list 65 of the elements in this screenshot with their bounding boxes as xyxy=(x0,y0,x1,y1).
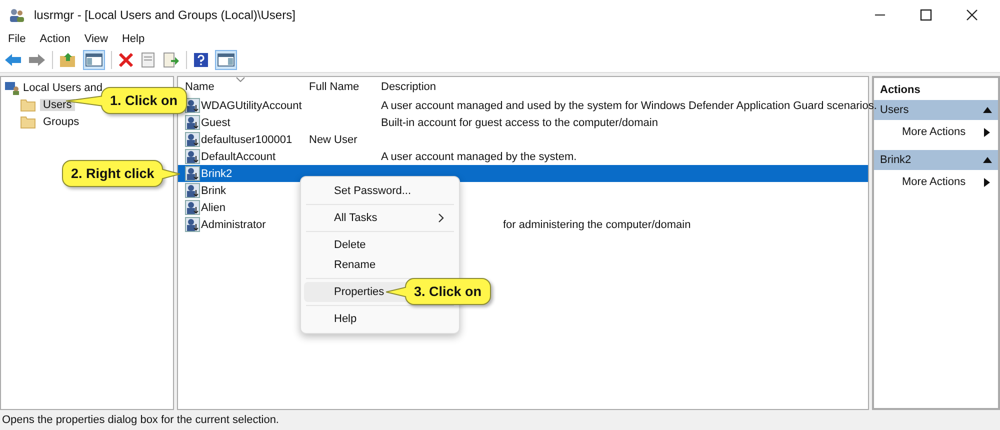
folder-icon xyxy=(20,114,36,128)
folder-up-icon[interactable] xyxy=(59,52,77,68)
menu-item[interactable]: All Tasks xyxy=(304,208,456,235)
column-header[interactable]: Description xyxy=(377,81,868,93)
table-cell[interactable]: DefaultAccount xyxy=(201,150,276,162)
tree-item[interactable]: Local Users and xyxy=(23,82,102,94)
menu-item[interactable]: Help xyxy=(304,309,456,329)
callout-tooltip: 3. Click on xyxy=(405,278,491,305)
actions-header: Actions xyxy=(879,83,922,98)
back-arrow-icon[interactable] xyxy=(4,52,22,68)
table-cell: New User xyxy=(309,134,358,146)
user-icon xyxy=(185,149,200,164)
tree-item[interactable]: Users xyxy=(40,98,75,110)
callout-tooltip: 1. Click on xyxy=(101,87,187,114)
chevron-right-icon xyxy=(438,213,444,223)
properties-icon[interactable] xyxy=(140,52,156,68)
table-cell[interactable]: WDAGUtilityAccount xyxy=(201,100,302,112)
pane-toggle-icon[interactable] xyxy=(83,50,105,70)
users-icon xyxy=(8,7,26,23)
collapse-icon xyxy=(983,107,992,113)
action-pane-icon[interactable] xyxy=(215,50,237,70)
user-icon xyxy=(185,217,200,232)
user-icon xyxy=(185,183,200,198)
export-icon[interactable] xyxy=(162,52,180,68)
callout-tooltip: 2. Right click xyxy=(62,160,164,187)
table-cell[interactable]: Alien xyxy=(201,202,226,214)
forward-arrow-icon[interactable] xyxy=(28,52,46,68)
submenu-arrow-icon xyxy=(984,128,990,136)
user-icon xyxy=(185,115,200,130)
user-icon xyxy=(185,200,200,215)
table-cell[interactable]: Guest xyxy=(201,116,230,128)
close-icon[interactable] xyxy=(966,9,978,21)
action-section-header[interactable]: Brink2 xyxy=(874,150,998,170)
table-cell[interactable]: Brink xyxy=(201,184,226,196)
sort-caret-icon xyxy=(236,77,245,82)
action-item[interactable]: More Actions xyxy=(874,124,998,150)
collapse-icon xyxy=(983,157,992,163)
table-cell: A user account managed and used by the system for Windows Defender Application Guard scenarios. xyxy=(381,100,877,112)
action-item[interactable]: More Actions xyxy=(874,174,998,200)
table-cell: for administering the computer/domain xyxy=(503,218,691,230)
user-icon xyxy=(185,132,200,147)
submenu-arrow-icon xyxy=(984,178,990,186)
action-section-header[interactable]: Users xyxy=(874,100,998,120)
menu-item[interactable]: Action xyxy=(40,33,70,45)
tree-item[interactable]: Groups xyxy=(40,116,82,128)
help-icon[interactable] xyxy=(193,52,209,68)
menu-item[interactable]: File xyxy=(8,33,26,45)
delete-icon[interactable] xyxy=(118,52,134,68)
menu-item[interactable]: Delete xyxy=(304,235,456,255)
menu-item[interactable]: Set Password... xyxy=(304,181,456,208)
menu-item[interactable]: View xyxy=(84,33,108,45)
table-cell: A user account managed by the system. xyxy=(381,150,577,162)
user-icon xyxy=(185,166,200,181)
maximize-icon[interactable] xyxy=(920,9,932,21)
computer-users-icon xyxy=(4,81,20,95)
column-header[interactable]: Full Name xyxy=(305,81,377,93)
table-cell[interactable]: Brink2 xyxy=(201,168,232,180)
table-cell[interactable]: defaultuser100001 xyxy=(201,134,292,146)
table-cell: Built-in account for guest access to the computer/domain xyxy=(381,116,658,128)
table-cell[interactable]: Administrator xyxy=(201,218,266,230)
menu-item[interactable]: Help xyxy=(122,33,145,45)
folder-icon xyxy=(20,98,36,112)
window-title: lusrmgr - [Local Users and Groups (Local)\Users] xyxy=(34,8,296,22)
user-icon xyxy=(185,98,200,113)
status-text: Opens the properties dialog box for the current selection. xyxy=(1,413,280,428)
